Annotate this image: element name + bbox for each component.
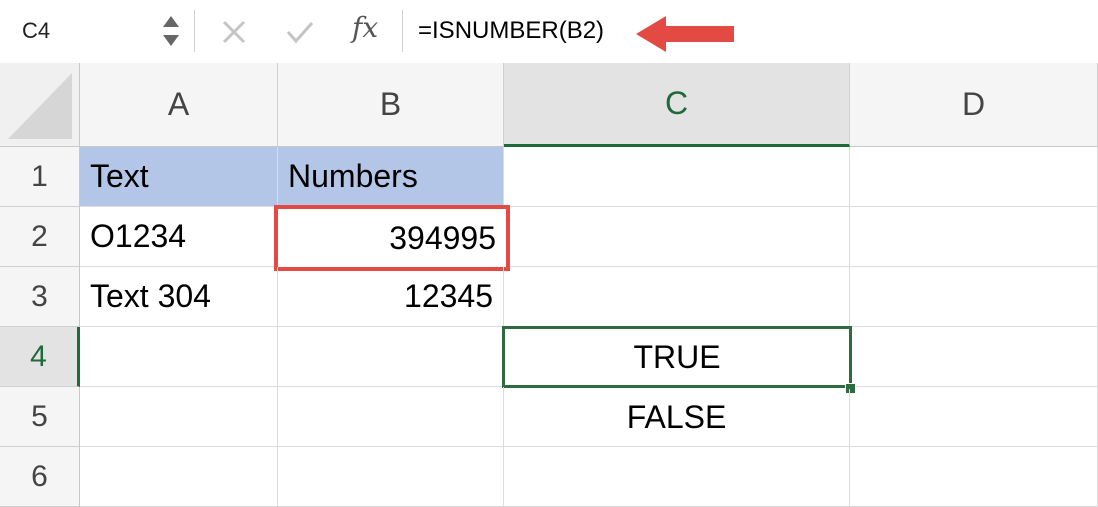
- cell-a6[interactable]: [80, 447, 278, 507]
- cell-d5[interactable]: [850, 387, 1098, 447]
- cell-d4[interactable]: [852, 327, 1098, 387]
- cell-b6[interactable]: [278, 447, 504, 507]
- formula-bar: C4 fx =ISNUMBER(B2): [0, 0, 1098, 64]
- cell-d3[interactable]: [850, 267, 1098, 327]
- row-header-4[interactable]: 4: [0, 327, 80, 387]
- row-header-2[interactable]: 2: [0, 207, 80, 267]
- name-box[interactable]: C4: [22, 18, 50, 44]
- column-header-a[interactable]: A: [80, 63, 278, 147]
- cell-c2[interactable]: [510, 207, 850, 267]
- formula-bar-divider: [194, 10, 195, 52]
- cell-d6[interactable]: [850, 447, 1098, 507]
- column-header-b[interactable]: B: [278, 63, 504, 147]
- column-header-d[interactable]: D: [850, 63, 1098, 147]
- row-header-6[interactable]: 6: [0, 447, 80, 507]
- cell-b2[interactable]: 394995: [274, 205, 510, 271]
- spreadsheet-grid: A B C D 1 2 3 4 5 6 Text Numbers O1234 3…: [0, 63, 1098, 507]
- cell-a1[interactable]: Text: [80, 147, 278, 207]
- cell-b5[interactable]: [278, 387, 504, 447]
- cell-b1[interactable]: Numbers: [278, 147, 504, 207]
- formula-bar-divider: [402, 10, 403, 52]
- checkmark-icon[interactable]: [282, 14, 318, 50]
- cell-a5[interactable]: [80, 387, 278, 447]
- cell-d1[interactable]: [850, 147, 1098, 207]
- left-arrow-icon: [636, 16, 734, 52]
- cell-b4[interactable]: [278, 327, 504, 387]
- x-icon[interactable]: [216, 14, 252, 50]
- fx-icon[interactable]: fx: [352, 11, 378, 44]
- column-header-c[interactable]: C: [504, 63, 850, 147]
- up-down-stepper-icon[interactable]: [158, 10, 184, 52]
- formula-input[interactable]: =ISNUMBER(B2): [418, 17, 604, 45]
- cell-d2[interactable]: [850, 207, 1098, 267]
- select-all-triangle-icon: [8, 73, 72, 139]
- row-header-1[interactable]: 1: [0, 147, 80, 207]
- cell-a3[interactable]: Text 304: [80, 267, 278, 327]
- cell-a4[interactable]: [80, 327, 278, 387]
- row-header-5[interactable]: 5: [0, 387, 80, 447]
- cell-c5[interactable]: FALSE: [504, 389, 850, 447]
- cell-c4[interactable]: TRUE: [502, 326, 852, 388]
- cell-c1[interactable]: [504, 147, 850, 207]
- cell-c3[interactable]: [504, 267, 850, 327]
- cell-c6[interactable]: [504, 447, 850, 507]
- cell-a2[interactable]: O1234: [80, 207, 278, 267]
- cell-b3[interactable]: 12345: [278, 267, 504, 327]
- select-all-corner[interactable]: [0, 63, 80, 147]
- row-header-3[interactable]: 3: [0, 267, 80, 327]
